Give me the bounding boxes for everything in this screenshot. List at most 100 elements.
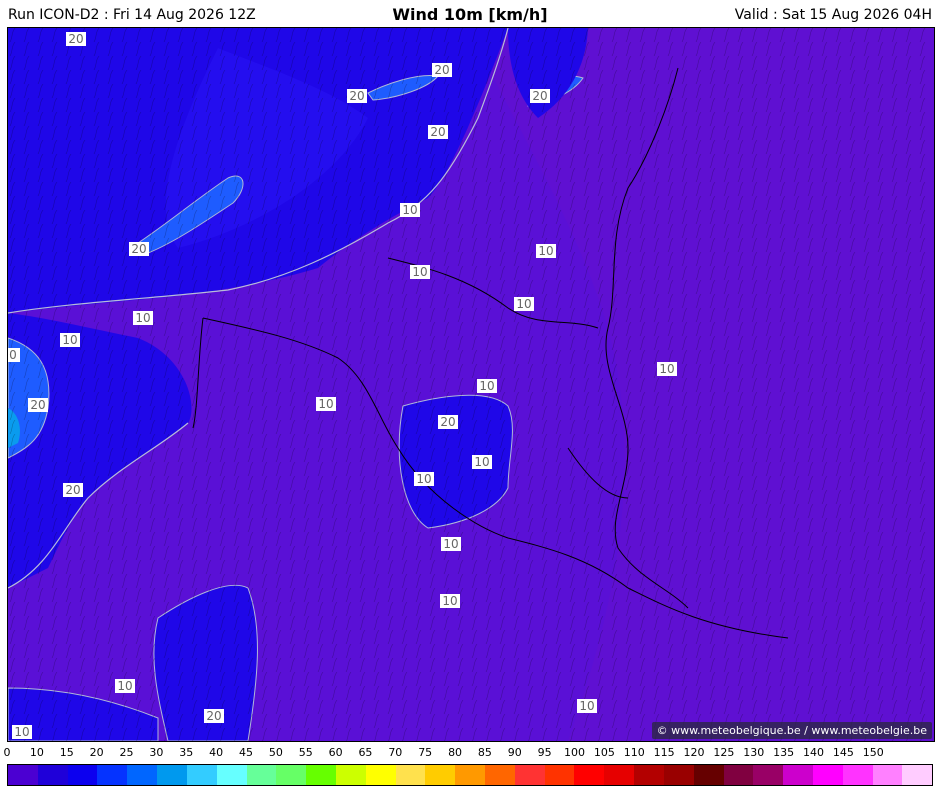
legend-label: 65 xyxy=(358,746,373,759)
svg-text:20: 20 xyxy=(434,63,449,77)
legend-swatch xyxy=(335,765,366,785)
contour-label: 10 xyxy=(133,311,153,325)
legend-label: 115 xyxy=(653,746,675,759)
svg-text:20: 20 xyxy=(349,89,364,103)
contour-label: 20 xyxy=(66,32,86,46)
legend-label: 30 xyxy=(149,746,164,759)
svg-text:10: 10 xyxy=(579,699,594,713)
contour-label: 10 xyxy=(440,594,460,608)
contour-label: 20 xyxy=(347,89,367,103)
svg-text:20: 20 xyxy=(430,125,445,139)
contour-label: 20 xyxy=(63,483,83,497)
legend-label: 60 xyxy=(328,746,343,759)
streamlines xyxy=(8,28,934,741)
svg-text:20: 20 xyxy=(440,415,455,429)
svg-text:20: 20 xyxy=(206,709,221,723)
valid-time-label: Valid : Sat 15 Aug 2026 04H xyxy=(734,7,932,23)
header: Run ICON-D2 : Fri 14 Aug 2026 12Z Wind 1… xyxy=(0,0,940,28)
legend-swatch xyxy=(485,765,515,785)
svg-text:20: 20 xyxy=(131,242,146,256)
legend-label: 105 xyxy=(593,746,615,759)
legend-label: 45 xyxy=(238,746,253,759)
legend-swatch xyxy=(455,765,485,785)
legend-label: 70 xyxy=(388,746,403,759)
contour-label: 20 xyxy=(28,398,48,412)
legend-label: 35 xyxy=(179,746,194,759)
contour-label: 20 xyxy=(428,125,448,139)
contour-label: 10 xyxy=(410,265,430,279)
legend-labels: 0 10 15 20 25 30 35 40 45 50 55 60 65 70 75 80 85 90 95 100… xyxy=(0,746,940,762)
legend-swatch xyxy=(97,765,128,785)
legend-label: 55 xyxy=(298,746,313,759)
contour-label: 10 xyxy=(400,203,420,217)
svg-text:10: 10 xyxy=(516,297,531,311)
contour-label: 10 xyxy=(577,699,597,713)
svg-text:10: 10 xyxy=(402,203,417,217)
legend-swatch xyxy=(514,765,545,785)
legend-label: 140 xyxy=(803,746,825,759)
legend-label: 120 xyxy=(683,746,705,759)
contour-label: 10 xyxy=(12,725,32,739)
legend-swatch xyxy=(365,765,396,785)
legend-label: 25 xyxy=(119,746,134,759)
legend-swatch xyxy=(783,765,813,785)
legend-label: 85 xyxy=(477,746,492,759)
wind-map: 20 20 20 20 20 10 10 10 10 10 20 10 10 0… xyxy=(7,27,935,742)
contour-label: 10 xyxy=(514,297,534,311)
svg-text:10: 10 xyxy=(416,472,431,486)
legend-label: 110 xyxy=(623,746,645,759)
contour-label: 10 xyxy=(414,472,434,486)
legend-label: 100 xyxy=(564,746,586,759)
legend-label: 95 xyxy=(537,746,552,759)
legend-label: 50 xyxy=(268,746,283,759)
contour-label: 0 xyxy=(8,348,20,362)
legend-label: 130 xyxy=(743,746,765,759)
contour-label: 10 xyxy=(441,537,461,551)
svg-text:10: 10 xyxy=(117,679,132,693)
legend-label: 145 xyxy=(832,746,854,759)
legend-label: 15 xyxy=(59,746,74,759)
legend-swatch xyxy=(306,765,336,785)
contour-label: 10 xyxy=(657,362,677,376)
legend-swatch xyxy=(604,765,635,785)
legend-swatch xyxy=(157,765,187,785)
svg-text:10: 10 xyxy=(135,311,150,325)
legend-swatch xyxy=(37,765,68,785)
svg-text:0: 0 xyxy=(9,348,17,362)
legend-swatch xyxy=(574,765,605,785)
legend-swatch xyxy=(246,765,277,785)
contour-label: 10 xyxy=(316,397,336,411)
legend-swatch xyxy=(902,765,933,785)
contour-label: 10 xyxy=(477,379,497,393)
svg-text:20: 20 xyxy=(65,483,80,497)
contour-label: 20 xyxy=(129,242,149,256)
legend-swatch xyxy=(753,765,784,785)
contour-label: 10 xyxy=(472,455,492,469)
contour-label: 20 xyxy=(204,709,224,723)
contour-label: 10 xyxy=(60,333,80,347)
legend-swatch xyxy=(544,765,575,785)
svg-text:10: 10 xyxy=(479,379,494,393)
svg-text:10: 10 xyxy=(474,455,489,469)
legend-swatch xyxy=(634,765,664,785)
legend-label: 150 xyxy=(862,746,884,759)
legend-swatch xyxy=(216,765,247,785)
legend-swatch xyxy=(872,765,903,785)
legend-label: 80 xyxy=(448,746,463,759)
svg-text:10: 10 xyxy=(442,594,457,608)
legend-label: 90 xyxy=(507,746,522,759)
legend-swatch xyxy=(812,765,843,785)
svg-text:20: 20 xyxy=(68,32,83,46)
contour-label: 20 xyxy=(438,415,458,429)
legend-label: 75 xyxy=(418,746,433,759)
legend-swatch xyxy=(723,765,754,785)
svg-text:10: 10 xyxy=(62,333,77,347)
legend-swatch xyxy=(842,765,873,785)
legend-swatch xyxy=(276,765,307,785)
contour-label: 20 xyxy=(432,63,452,77)
svg-text:10: 10 xyxy=(412,265,427,279)
legend-swatch xyxy=(8,765,38,785)
legend-swatch xyxy=(395,765,426,785)
svg-text:10: 10 xyxy=(538,244,553,258)
legend-label: 10 xyxy=(29,746,44,759)
